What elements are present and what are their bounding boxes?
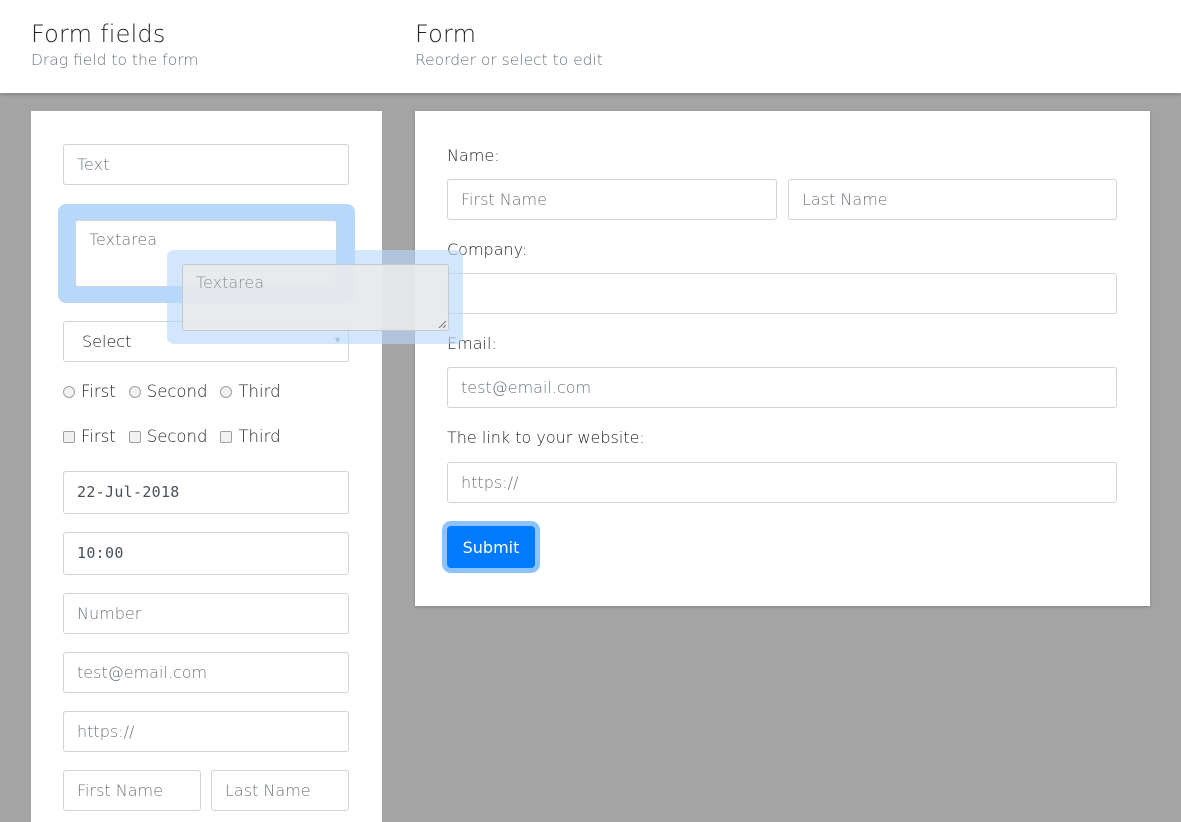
palette-text-field[interactable]: Text [63, 144, 349, 185]
time-value: 10:00 [77, 544, 124, 562]
website-label: The link to your website: [447, 428, 645, 447]
last-name-placeholder: Last Name [225, 781, 311, 800]
checkbox-label: Third [238, 427, 281, 446]
palette-url-field[interactable]: https:// [63, 711, 349, 752]
radio-icon[interactable] [220, 385, 233, 398]
radio-option-second[interactable]: Second [128, 382, 208, 401]
textarea-placeholder: Textarea [89, 230, 158, 249]
form-company-input[interactable] [447, 273, 1117, 314]
last-name-placeholder: Last Name [802, 190, 888, 209]
palette-heading: Form fields Drag field to the form [31, 20, 198, 71]
palette-last-name-field[interactable]: Last Name [211, 770, 349, 811]
email-placeholder: test@email.com [77, 663, 208, 682]
palette-title: Form fields [31, 20, 166, 48]
email-placeholder: test@email.com [461, 378, 592, 397]
checkbox-option-second[interactable]: Second [128, 427, 208, 446]
checkbox-label: Second [146, 427, 208, 446]
checkbox-option-third[interactable]: Third [220, 427, 281, 446]
palette-email-field[interactable]: test@email.com [63, 652, 349, 693]
number-placeholder: Number [77, 604, 142, 623]
form-website-input[interactable]: https:// [447, 462, 1117, 503]
palette-checkbox-group: First Second Third [63, 427, 294, 446]
name-label: Name: [447, 146, 500, 165]
select-value: Select [82, 332, 132, 351]
radio-label: Third [238, 382, 281, 401]
checkbox-label: First [81, 427, 116, 446]
radio-label: First [81, 382, 116, 401]
checkbox-option-first[interactable]: First [63, 427, 116, 446]
palette-date-field[interactable]: 22-Jul-2018 [63, 471, 349, 514]
first-name-placeholder: First Name [77, 781, 163, 800]
header: Form fields Drag field to the form Form … [0, 0, 1181, 93]
form-heading: Form Reorder or select to edit [415, 20, 603, 71]
website-placeholder: https:// [461, 473, 519, 492]
radio-label: Second [146, 382, 208, 401]
form-email-input[interactable]: test@email.com [447, 367, 1117, 408]
url-placeholder: https:// [77, 722, 135, 741]
text-placeholder: Text [77, 155, 110, 174]
palette-radio-group: First Second Third [63, 382, 294, 401]
palette-subtitle: Drag field to the form [31, 51, 199, 69]
radio-icon[interactable] [63, 385, 75, 398]
first-name-placeholder: First Name [461, 190, 547, 209]
form-subtitle: Reorder or select to edit [415, 51, 603, 69]
ghost-placeholder: Textarea [196, 273, 265, 292]
form-title: Form [415, 20, 477, 48]
radio-icon[interactable] [128, 385, 141, 398]
date-value: 22-Jul-2018 [77, 483, 180, 501]
radio-option-first[interactable]: First [63, 382, 116, 401]
palette-number-field[interactable]: Number [63, 593, 349, 634]
radio-option-third[interactable]: Third [220, 382, 281, 401]
form-last-name-input[interactable]: Last Name [788, 179, 1117, 220]
checkbox-icon[interactable] [220, 430, 233, 443]
drag-ghost-textarea: Textarea [182, 264, 449, 331]
palette-time-field[interactable]: 10:00 [63, 532, 349, 575]
form-first-name-input[interactable]: First Name [447, 179, 777, 220]
resize-grip-icon [438, 320, 446, 328]
submit-button[interactable]: Submit [447, 526, 535, 568]
checkbox-icon[interactable] [63, 430, 75, 443]
checkbox-icon[interactable] [128, 430, 141, 443]
palette-first-name-field[interactable]: First Name [63, 770, 201, 811]
